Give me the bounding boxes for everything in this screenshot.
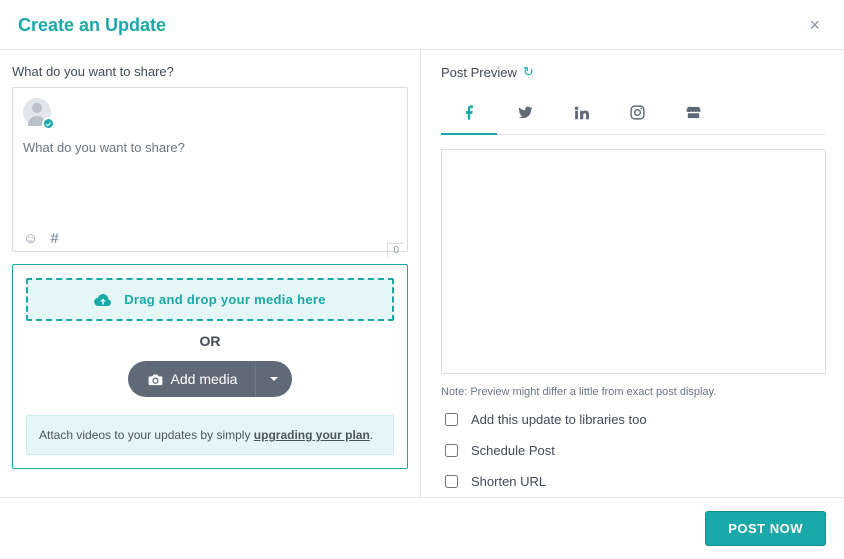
media-box: Drag and drop your media here OR Add med… [12, 264, 408, 469]
composer-pane: What do you want to share? ☺ # 0 [0, 50, 421, 497]
tab-linkedin[interactable] [553, 96, 609, 134]
twitter-icon [517, 104, 534, 121]
option-shorten-url[interactable]: Shorten URL [441, 472, 826, 491]
close-icon: × [809, 15, 820, 35]
preview-tabs [441, 96, 826, 135]
modal-footer: POST NOW [0, 497, 844, 559]
media-drop-zone[interactable]: Drag and drop your media here [26, 278, 394, 321]
checkbox-shorten-url[interactable] [445, 475, 458, 488]
upgrade-note-suffix: . [370, 428, 373, 442]
tab-twitter[interactable] [497, 96, 553, 134]
cloud-upload-icon [94, 293, 112, 307]
emoji-icon[interactable]: ☺ [23, 230, 38, 247]
tab-gmb[interactable] [665, 96, 721, 134]
post-now-button[interactable]: POST NOW [705, 511, 826, 546]
preview-canvas [441, 149, 826, 374]
add-media-label: Add media [171, 371, 238, 387]
refresh-icon[interactable]: ↻ [523, 64, 534, 80]
storefront-icon [685, 104, 702, 121]
create-update-modal: Create an Update × What do you want to s… [0, 0, 844, 559]
preview-heading: Post Preview ↻ [441, 64, 826, 80]
option-schedule-post-label: Schedule Post [471, 443, 555, 458]
checkbox-schedule-post[interactable] [445, 444, 458, 457]
preview-label-text: Post Preview [441, 65, 517, 80]
option-add-to-libraries-label: Add this update to libraries too [471, 412, 647, 427]
chevron-down-icon [270, 377, 278, 381]
update-textarea[interactable] [23, 136, 397, 230]
add-media-dropdown[interactable] [255, 361, 292, 397]
upgrade-plan-link[interactable]: upgrading your plan [254, 428, 370, 442]
tab-facebook[interactable] [441, 96, 497, 134]
account-avatar[interactable] [23, 98, 53, 128]
add-media-button[interactable]: Add media [128, 361, 293, 397]
avatar-row [23, 98, 397, 128]
modal-title: Create an Update [18, 15, 166, 36]
composer-toolbar: ☺ # 0 [23, 230, 397, 247]
option-add-to-libraries[interactable]: Add this update to libraries too [441, 410, 826, 429]
check-badge-icon [42, 117, 55, 130]
linkedin-icon [573, 104, 590, 121]
char-count: 0 [387, 243, 404, 257]
drop-zone-label: Drag and drop your media here [124, 292, 326, 307]
checkbox-add-to-libraries[interactable] [445, 413, 458, 426]
upgrade-note: Attach videos to your updates by simply … [26, 415, 394, 455]
modal-body: What do you want to share? ☺ # 0 [0, 50, 844, 497]
composer-prompt: What do you want to share? [12, 64, 408, 79]
preview-pane: Post Preview ↻ [421, 50, 844, 497]
facebook-icon [461, 104, 478, 121]
modal-header: Create an Update × [0, 0, 844, 50]
option-shorten-url-label: Shorten URL [471, 474, 546, 489]
camera-icon [148, 373, 163, 386]
preview-note: Note: Preview might differ a little from… [441, 386, 826, 398]
option-schedule-post[interactable]: Schedule Post [441, 441, 826, 460]
instagram-icon [629, 104, 646, 121]
hashtag-icon[interactable]: # [50, 230, 58, 247]
composer-box: ☺ # 0 [12, 87, 408, 252]
tab-instagram[interactable] [609, 96, 665, 134]
or-divider: OR [26, 333, 394, 349]
close-button[interactable]: × [803, 14, 826, 37]
upgrade-note-prefix: Attach videos to your updates by simply [39, 428, 254, 442]
